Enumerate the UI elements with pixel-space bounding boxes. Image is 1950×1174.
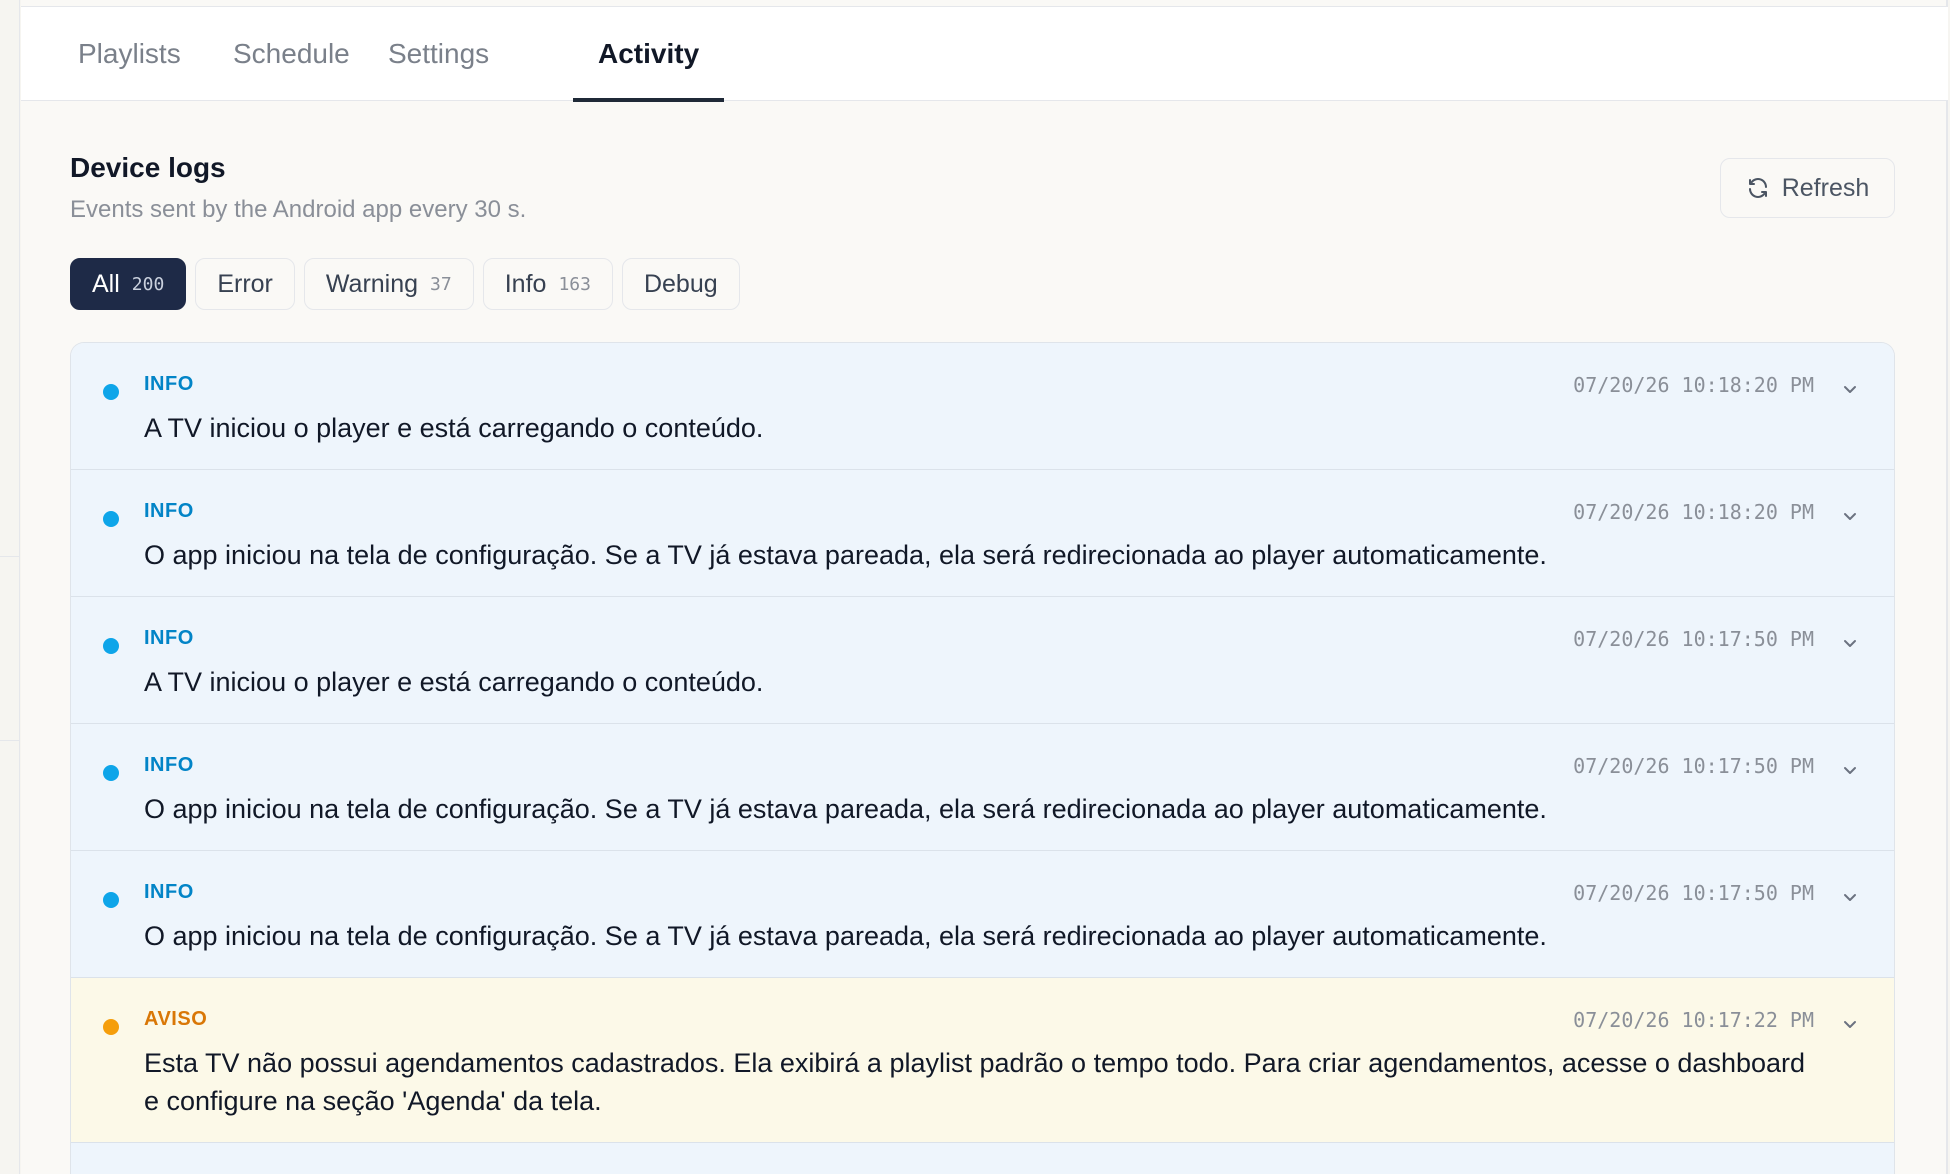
chevron-down-icon[interactable] bbox=[1840, 760, 1860, 780]
log-message: Esta TV não possui agendamentos cadastra… bbox=[144, 1048, 1806, 1116]
warning-dot-icon bbox=[103, 1019, 119, 1035]
log-entry[interactable] bbox=[71, 1143, 1894, 1174]
log-timestamp: 07/20/26 10:17:22 PM bbox=[1573, 1008, 1814, 1032]
tab-settings[interactable]: Settings bbox=[363, 7, 514, 101]
filter-label: Warning bbox=[325, 269, 419, 298]
log-message: A TV iniciou o player e está carregando … bbox=[144, 413, 764, 443]
log-list: INFO 07/20/26 10:18:20 PM A TV iniciou o… bbox=[70, 342, 1895, 1174]
filter-info[interactable]: Info 163 bbox=[482, 258, 613, 310]
sidebar-divider bbox=[0, 556, 20, 557]
filter-debug[interactable]: Debug bbox=[621, 258, 740, 310]
log-timestamp: 07/20/26 10:17:50 PM bbox=[1573, 881, 1814, 905]
section-title: Device logs bbox=[70, 152, 226, 183]
log-entry[interactable]: INFO 07/20/26 10:18:20 PM O app iniciou … bbox=[71, 470, 1894, 597]
tab-label: Settings bbox=[388, 38, 490, 69]
log-entry[interactable]: INFO 07/20/26 10:17:50 PM A TV iniciou o… bbox=[71, 597, 1894, 724]
device-detail-panel: Playlists Schedule Settings Activity Dev… bbox=[21, 0, 1948, 1174]
filter-label: Debug bbox=[643, 269, 718, 298]
refresh-label: Refresh bbox=[1781, 173, 1870, 202]
info-dot-icon bbox=[103, 384, 119, 400]
log-entry[interactable]: INFO 07/20/26 10:17:50 PM O app iniciou … bbox=[71, 851, 1894, 978]
tab-schedule[interactable]: Schedule bbox=[208, 7, 375, 101]
filter-label: Info bbox=[504, 269, 547, 298]
log-level: INFO bbox=[144, 500, 194, 522]
filter-count: 163 bbox=[558, 273, 591, 295]
refresh-icon bbox=[1748, 178, 1767, 198]
app-window: Playlists Schedule Settings Activity Dev… bbox=[0, 0, 1950, 1174]
log-entry[interactable]: AVISO 07/20/26 10:17:22 PM Esta TV não p… bbox=[71, 978, 1894, 1143]
info-dot-icon bbox=[103, 511, 119, 527]
log-timestamp: 07/20/26 10:18:20 PM bbox=[1573, 373, 1814, 397]
scrollbar[interactable] bbox=[1946, 0, 1948, 1174]
tab-playlists[interactable]: Playlists bbox=[53, 7, 206, 101]
log-entry[interactable]: INFO 07/20/26 10:17:50 PM O app iniciou … bbox=[71, 724, 1894, 851]
log-message: O app iniciou na tela de configuração. S… bbox=[144, 794, 1547, 824]
filter-warning[interactable]: Warning 37 bbox=[303, 258, 474, 310]
tab-bar: Playlists Schedule Settings Activity bbox=[21, 6, 1948, 102]
log-timestamp: 07/20/26 10:17:50 PM bbox=[1573, 627, 1814, 651]
left-sidebar-edge bbox=[0, 0, 20, 1174]
log-level: INFO bbox=[144, 881, 194, 903]
tab-label: Activity bbox=[598, 38, 700, 69]
tab-label: Playlists bbox=[78, 38, 181, 69]
log-level: INFO bbox=[144, 754, 194, 776]
tab-label: Schedule bbox=[233, 38, 350, 69]
log-message: O app iniciou na tela de configuração. S… bbox=[144, 540, 1547, 570]
chevron-down-icon[interactable] bbox=[1840, 379, 1860, 399]
log-level: INFO bbox=[144, 627, 194, 649]
chevron-down-icon[interactable] bbox=[1840, 506, 1860, 526]
log-message: A TV iniciou o player e está carregando … bbox=[144, 667, 764, 697]
chevron-down-icon[interactable] bbox=[1840, 633, 1860, 653]
filter-all[interactable]: All 200 bbox=[70, 258, 187, 310]
sidebar-divider bbox=[0, 740, 20, 741]
filter-label: All bbox=[92, 269, 120, 298]
tab-activity[interactable]: Activity bbox=[573, 7, 725, 102]
filter-count: 37 bbox=[430, 273, 452, 295]
log-level: AVISO bbox=[144, 1008, 208, 1030]
info-dot-icon bbox=[103, 765, 119, 781]
log-timestamp: 07/20/26 10:18:20 PM bbox=[1573, 500, 1814, 524]
filter-label: Error bbox=[217, 269, 273, 298]
log-timestamp: 07/20/26 10:17:50 PM bbox=[1573, 754, 1814, 778]
chevron-down-icon[interactable] bbox=[1840, 1014, 1860, 1034]
filter-error[interactable]: Error bbox=[195, 258, 295, 310]
chevron-down-icon[interactable] bbox=[1840, 887, 1860, 907]
info-dot-icon bbox=[103, 892, 119, 908]
filter-count: 200 bbox=[131, 273, 165, 295]
log-level: INFO bbox=[144, 373, 194, 395]
refresh-button[interactable]: Refresh bbox=[1720, 158, 1895, 218]
log-filter-bar: All 200 Error Warning 37 Info 163 Debug bbox=[70, 258, 740, 310]
log-entry[interactable]: INFO 07/20/26 10:18:20 PM A TV iniciou o… bbox=[71, 343, 1894, 470]
log-message: O app iniciou na tela de configuração. S… bbox=[144, 921, 1547, 951]
info-dot-icon bbox=[103, 638, 119, 654]
section-subtitle: Events sent by the Android app every 30 … bbox=[70, 196, 527, 223]
